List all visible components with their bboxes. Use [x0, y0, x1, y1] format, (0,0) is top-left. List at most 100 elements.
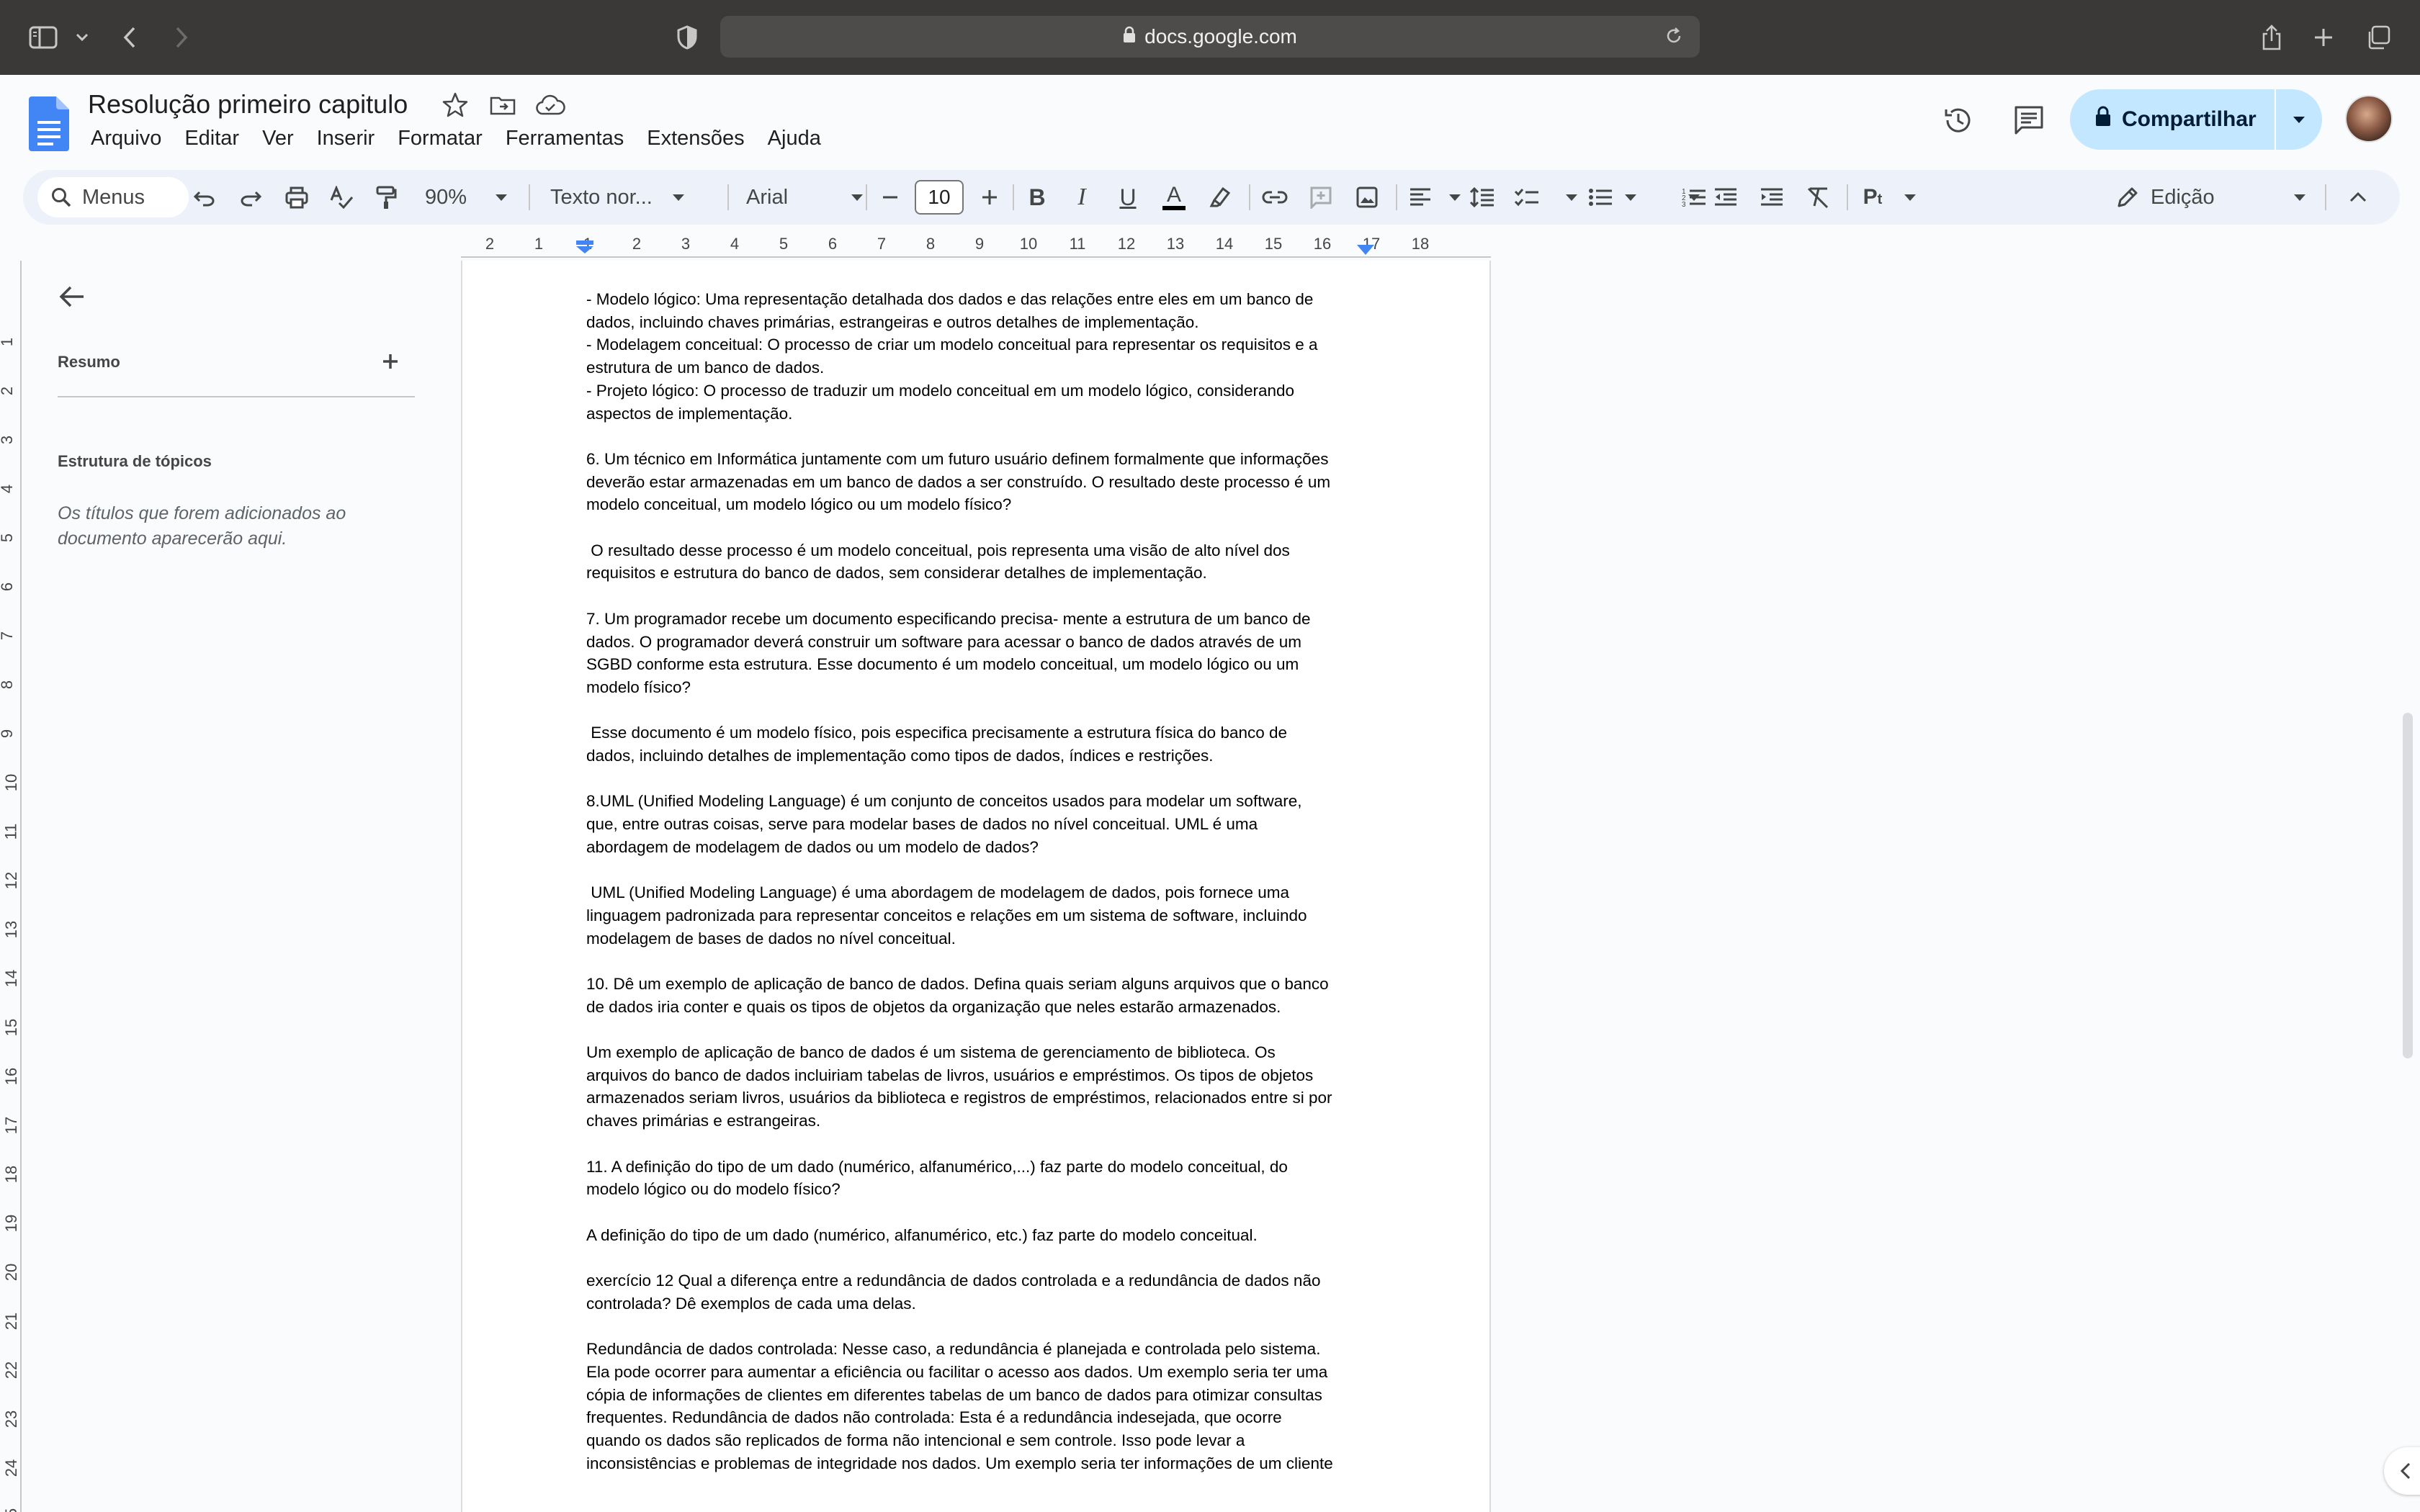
align-left-icon[interactable]: [1404, 181, 1436, 213]
document-line[interactable]: requisitos e estrutura do banco de dados…: [586, 562, 1379, 585]
blank-line[interactable]: [586, 768, 1379, 791]
docs-logo-icon[interactable]: [29, 96, 69, 151]
paragraph-style-dropdown[interactable]: Texto nor...: [550, 170, 684, 225]
privacy-shield-icon[interactable]: [670, 20, 704, 55]
sidebar-toggle-icon[interactable]: [26, 20, 60, 55]
tab-overview-icon[interactable]: [2361, 20, 2396, 55]
document-line[interactable]: estrutura de um banco de dados.: [586, 356, 1379, 379]
chevron-down-icon[interactable]: [65, 20, 99, 55]
document-line[interactable]: dados, incluindo chaves primárias, estra…: [586, 311, 1379, 334]
document-line[interactable]: de dados iria conter e quais os tipos de…: [586, 996, 1379, 1019]
blank-line[interactable]: [586, 859, 1379, 882]
paint-format-icon[interactable]: [370, 181, 402, 213]
new-tab-icon[interactable]: [2306, 20, 2341, 55]
comments-icon[interactable]: [2007, 98, 2051, 143]
document-line[interactable]: modelo lógico ou do modelo físico?: [586, 1178, 1379, 1201]
document-line[interactable]: armazenados seriam livros, usuários da b…: [586, 1086, 1379, 1110]
zoom-dropdown[interactable]: 90%: [425, 170, 508, 225]
vertical-scrollbar[interactable]: [2403, 713, 2413, 1058]
share-options-dropdown[interactable]: [2276, 89, 2322, 150]
document-body[interactable]: - Modelo lógico: Uma representação detal…: [586, 288, 1379, 1475]
document-line[interactable]: 7. Um programador recebe um documento es…: [586, 608, 1379, 631]
version-history-icon[interactable]: [1936, 98, 1981, 143]
document-line[interactable]: deverão estar armazenadas em um banco de…: [586, 471, 1379, 494]
move-folder-icon[interactable]: [488, 91, 520, 122]
document-line[interactable]: Um exemplo de aplicação de banco de dado…: [586, 1041, 1379, 1064]
address-bar[interactable]: docs.google.com: [720, 16, 1700, 58]
document-line[interactable]: Redundância de dados controlada: Nesse c…: [586, 1338, 1379, 1361]
document-line[interactable]: arquivos do banco de dados incluiriam ta…: [586, 1064, 1379, 1087]
document-line[interactable]: 11. A definição do tipo de um dado (numé…: [586, 1156, 1379, 1179]
font-size-input[interactable]: 10: [915, 180, 964, 215]
document-line[interactable]: exercício 12 Qual a diferença entre a re…: [586, 1269, 1379, 1292]
document-line[interactable]: - Projeto lógico: O processo de traduzir…: [586, 379, 1379, 402]
share-sheet-icon[interactable]: [2254, 20, 2289, 55]
font-family-dropdown[interactable]: Arial: [746, 170, 864, 225]
blank-line[interactable]: [586, 1133, 1379, 1156]
menu-ferramentas[interactable]: Ferramentas: [494, 127, 635, 150]
numbering-caret-down-icon[interactable]: [1688, 194, 1700, 201]
align-caret-down-icon[interactable]: [1449, 194, 1461, 201]
document-line[interactable]: A definição do tipo de um dado (numérico…: [586, 1224, 1379, 1247]
document-line[interactable]: 10. Dê um exemplo de aplicação de banco …: [586, 973, 1379, 996]
avatar[interactable]: [2345, 95, 2393, 143]
blank-line[interactable]: [586, 950, 1379, 973]
document-line[interactable]: controlada? Dê exemplos de cada uma dela…: [586, 1292, 1379, 1315]
underline-icon[interactable]: U: [1112, 181, 1144, 213]
menu-inserir[interactable]: Inserir: [305, 127, 387, 150]
blank-line[interactable]: [586, 425, 1379, 448]
forward-arrow-icon[interactable]: [164, 20, 199, 55]
menu-arquivo[interactable]: Arquivo: [79, 127, 173, 150]
clear-formatting-icon[interactable]: [1802, 181, 1834, 213]
insert-image-icon[interactable]: [1351, 181, 1383, 213]
bold-icon[interactable]: B: [1021, 181, 1053, 213]
cloud-status-icon[interactable]: [534, 91, 566, 122]
document-line[interactable]: que, entre outras coisas, serve para mod…: [586, 813, 1379, 836]
left-indent-marker[interactable]: [575, 240, 595, 253]
document-line[interactable]: cópia de informações de clientes em dife…: [586, 1384, 1379, 1407]
document-title[interactable]: Resolução primeiro capitulo: [88, 89, 408, 120]
document-line[interactable]: Ela pode ocorrer para aumentar a eficiên…: [586, 1361, 1379, 1384]
document-line[interactable]: UML (Unified Modeling Language) é uma ab…: [586, 881, 1379, 904]
insert-link-icon[interactable]: [1259, 181, 1291, 213]
search-menus-input[interactable]: Menus: [37, 177, 189, 217]
document-line[interactable]: modelagem de bases de dados no nível con…: [586, 927, 1379, 950]
reload-icon[interactable]: [1658, 20, 1690, 52]
menu-extensoes[interactable]: Extensões: [635, 127, 756, 150]
bulleted-list-icon[interactable]: [1585, 181, 1616, 213]
blank-line[interactable]: [586, 585, 1379, 608]
side-panel-toggle[interactable]: [2384, 1447, 2420, 1495]
text-style-caret-down-icon[interactable]: [1904, 194, 1916, 201]
document-line[interactable]: modelo físico?: [586, 676, 1379, 699]
decrease-indent-icon[interactable]: [1710, 181, 1742, 213]
document-line[interactable]: frequentes. Redundância de dados não con…: [586, 1406, 1379, 1429]
menu-ver[interactable]: Ver: [251, 127, 305, 150]
document-line[interactable]: O resultado desse processo é um modelo c…: [586, 539, 1379, 562]
document-line[interactable]: 6. Um técnico em Informática juntamente …: [586, 448, 1379, 471]
text-color-icon[interactable]: A: [1158, 181, 1190, 213]
document-line[interactable]: - Modelagem conceitual: O processo de cr…: [586, 333, 1379, 356]
document-line[interactable]: SGBD conforme esta estrutura. Esse docum…: [586, 653, 1379, 676]
text-style-icon[interactable]: Pt: [1857, 181, 1888, 213]
document-line[interactable]: modelo conceitual, um modelo lógico ou u…: [586, 493, 1379, 516]
italic-icon[interactable]: I: [1066, 181, 1098, 213]
undo-icon[interactable]: [189, 181, 220, 213]
document-line[interactable]: 8.UML (Unified Modeling Language) é um c…: [586, 790, 1379, 813]
increase-font-size-icon[interactable]: [974, 181, 1005, 213]
checklist-caret-down-icon[interactable]: [1566, 194, 1577, 201]
menu-ajuda[interactable]: Ajuda: [756, 127, 833, 150]
document-line[interactable]: Esse documento é um modelo físico, pois …: [586, 721, 1379, 744]
print-icon[interactable]: [281, 181, 313, 213]
blank-line[interactable]: [586, 699, 1379, 722]
line-spacing-icon[interactable]: [1466, 181, 1498, 213]
blank-line[interactable]: [586, 1201, 1379, 1224]
collapse-menus-icon[interactable]: [2342, 181, 2374, 213]
document-line[interactable]: inconsistências e problemas de integrida…: [586, 1452, 1379, 1475]
document-line[interactable]: dados. O programador deverá construir um…: [586, 631, 1379, 654]
horizontal-ruler[interactable]: 21123456789101112131415161718: [461, 232, 1491, 258]
close-outline-arrow-icon[interactable]: [56, 281, 88, 312]
spellcheck-icon[interactable]: [326, 181, 357, 213]
document-line[interactable]: chaves primárias e estrangeiras.: [586, 1110, 1379, 1133]
increase-indent-icon[interactable]: [1756, 181, 1788, 213]
add-comment-icon[interactable]: [1305, 181, 1337, 213]
